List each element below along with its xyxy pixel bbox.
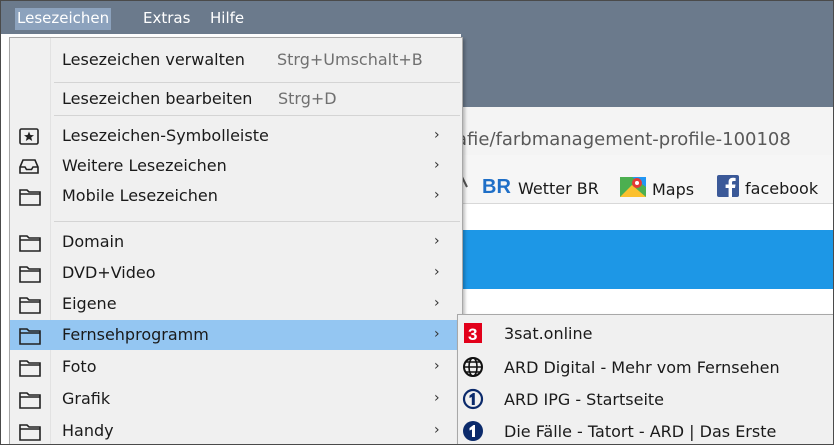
menu-item-domain[interactable]: Domain ›	[10, 227, 462, 257]
bookmark-maps[interactable]: Maps	[620, 175, 694, 203]
ard-one-logo-icon	[462, 388, 484, 414]
svg-text:BR: BR	[482, 176, 511, 197]
bookmark-label: Wetter BR	[518, 178, 599, 198]
das-erste-logo-icon	[462, 420, 484, 444]
submenu-item-tatort[interactable]: Die Fälle - Tatort - ARD | Das Erste	[458, 416, 833, 444]
menu-item-label: Handy	[62, 421, 114, 440]
submenu-arrow-icon: ›	[434, 187, 440, 203]
menu-lesezeichen[interactable]: Lesezeichen	[15, 8, 112, 30]
menu-item-label: Mobile Lesezeichen	[62, 186, 218, 205]
bookmark-partial	[461, 173, 470, 193]
menu-item-eigene[interactable]: Eigene ›	[10, 289, 462, 319]
menu-item-label: DVD+Video	[62, 263, 156, 282]
menu-hilfe[interactable]: Hilfe	[210, 8, 244, 30]
menu-bar: Lesezeichen Extras Hilfe	[1, 1, 833, 34]
submenu-arrow-icon: ›	[434, 127, 440, 143]
folder-icon	[19, 265, 41, 287]
menu-item-label: Foto	[62, 357, 97, 376]
submenu-arrow-icon: ›	[434, 358, 440, 374]
address-bar-url: afie/farbmanagement-profile-100108	[456, 129, 791, 150]
submenu-item-label: 3sat.online	[504, 324, 593, 343]
bookmarks-menu: Lesezeichen verwalten Strg+Umschalt+B Le…	[9, 37, 463, 444]
folder-icon	[19, 234, 41, 256]
submenu-arrow-icon: ›	[434, 264, 440, 280]
submenu-item-label: ARD Digital - Mehr vom Fernsehen	[504, 358, 780, 377]
menu-item-foto[interactable]: Foto ›	[10, 352, 462, 382]
menu-item-weitere-lesezeichen[interactable]: Weitere Lesezeichen ›	[10, 151, 462, 181]
menu-item-mobile-lesezeichen[interactable]: Mobile Lesezeichen ›	[10, 181, 462, 211]
submenu-arrow-icon: ›	[434, 390, 440, 406]
submenu-arrow-icon: ›	[434, 295, 440, 311]
bookmark-toolbar-icon	[19, 128, 39, 149]
submenu-arrow-icon: ›	[434, 326, 440, 342]
fernsehprogramm-submenu: 3 3sat.online ARD Digital - Mehr vom Fer…	[457, 314, 833, 444]
menu-item-dvd-video[interactable]: DVD+Video ›	[10, 258, 462, 288]
submenu-item-label: Die Fälle - Tatort - ARD | Das Erste	[504, 422, 777, 441]
menu-item-fernsehprogramm[interactable]: Fernsehprogramm ›	[10, 320, 462, 350]
menu-item-shortcut: Strg+Umschalt+B	[277, 50, 423, 69]
menu-item-label: Lesezeichen verwalten	[62, 50, 245, 69]
menu-item-shortcut: Strg+D	[278, 89, 337, 108]
globe-icon	[462, 356, 484, 382]
page-header-banner	[461, 230, 833, 289]
menu-item-label: Eigene	[62, 294, 117, 313]
menu-item-lesezeichen-bearbeiten[interactable]: Lesezeichen bearbeiten Strg+D	[10, 84, 462, 114]
menu-item-label: Domain	[62, 232, 125, 251]
submenu-arrow-icon: ›	[434, 233, 440, 249]
submenu-item-3sat[interactable]: 3 3sat.online	[458, 318, 833, 348]
menu-extras[interactable]: Extras	[143, 8, 190, 30]
submenu-arrow-icon: ›	[434, 157, 440, 173]
menu-item-handy[interactable]: Handy ›	[10, 416, 462, 444]
bookmark-label: facebook	[745, 178, 819, 198]
menu-separator	[54, 82, 460, 83]
menu-item-grafik[interactable]: Grafik ›	[10, 384, 462, 414]
menu-item-lesezeichen-symbolleiste[interactable]: Lesezeichen-Symbolleiste ›	[10, 121, 462, 151]
menu-item-lesezeichen-verwalten[interactable]: Lesezeichen verwalten Strg+Umschalt+B	[10, 45, 462, 75]
menu-item-label: Lesezeichen bearbeiten	[62, 89, 253, 108]
folder-icon	[19, 423, 41, 444]
folder-icon	[19, 391, 41, 413]
menu-item-label: Fernsehprogramm	[62, 325, 209, 344]
app-window: Lesezeichen Extras Hilfe afie/farbmanage…	[0, 0, 834, 445]
3sat-logo-icon: 3	[462, 322, 484, 348]
submenu-item-label: ARD IPG - Startseite	[504, 390, 665, 409]
svg-text:3: 3	[468, 325, 477, 344]
folder-icon	[19, 188, 41, 210]
google-maps-icon	[620, 175, 646, 203]
bookmark-facebook[interactable]: facebook	[717, 175, 818, 201]
facebook-icon	[717, 175, 739, 201]
inbox-tray-icon	[19, 158, 39, 179]
folder-icon	[19, 296, 41, 318]
tab-strip	[461, 34, 833, 107]
folder-icon	[19, 327, 41, 349]
menu-item-label: Lesezeichen-Symbolleiste	[62, 126, 269, 145]
submenu-arrow-icon: ›	[434, 422, 440, 438]
menu-item-label: Weitere Lesezeichen	[62, 156, 227, 175]
bookmark-wetter-br[interactable]: BR Wetter BR	[482, 175, 599, 201]
menu-separator	[54, 221, 460, 222]
submenu-item-ard-ipg[interactable]: ARD IPG - Startseite	[458, 384, 833, 414]
br-logo-icon: BR	[482, 175, 512, 201]
menu-item-label: Grafik	[62, 389, 111, 408]
bookmark-label: Maps	[652, 179, 695, 199]
menu-separator	[54, 115, 460, 116]
submenu-item-ard-digital[interactable]: ARD Digital - Mehr vom Fernsehen	[458, 352, 833, 382]
folder-icon	[19, 359, 41, 381]
